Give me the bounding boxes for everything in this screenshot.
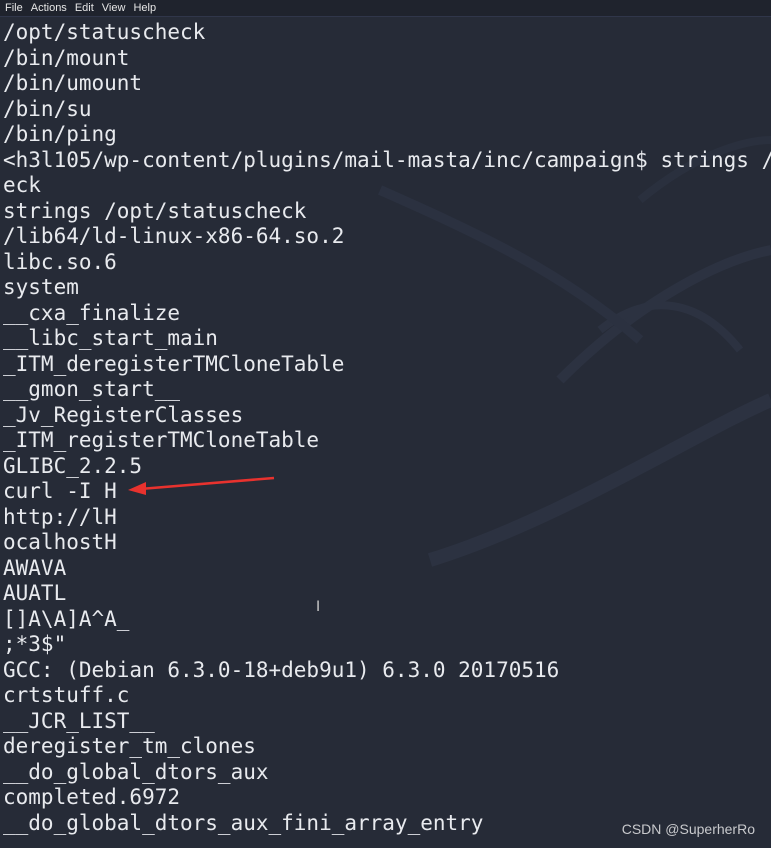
watermark: CSDN @SuperherRo <box>621 821 755 837</box>
red-arrow-annotation-icon <box>128 476 275 495</box>
text-cursor-icon: I <box>316 599 321 615</box>
